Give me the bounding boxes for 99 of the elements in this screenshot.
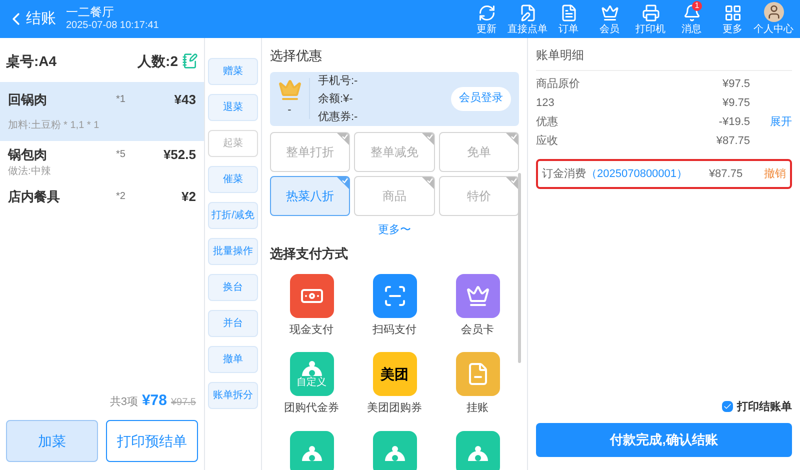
bill-amount: ¥9.75 [721,96,750,112]
toolbar-button[interactable]: 更多 [712,4,753,36]
discount-option[interactable]: 特价 [438,176,519,216]
bill-amount: -¥19.5 [718,115,750,130]
dish-price: ¥2 [180,188,196,206]
action-button[interactable]: 赠菜 [208,58,258,85]
bill-amount: ¥87.75 [715,134,750,150]
member-coupons: 优惠券:- [318,110,358,124]
toolbar-button[interactable]: 个人中心 [753,2,794,36]
bill-amount: ¥97.5 [721,77,750,92]
bill-icon [456,352,500,396]
dish-name: 回锅肉 [8,91,48,109]
dish-name: 店内餐具 [8,188,61,206]
check-corner-icon [337,132,350,144]
order-item[interactable]: 回锅肉 *1 ¥43 加料:土豆粉 * 1,1 * 1 [0,82,204,140]
confirm-checkout-button[interactable]: 付款完成,确认结账 [536,423,792,457]
scan-icon [372,274,416,318]
bill-label: 优惠 [536,114,559,130]
discount-option[interactable]: 整单减免 [354,132,435,172]
more-link[interactable]: 更多〜 [378,222,411,238]
cash-icon [290,274,334,318]
printer-icon [642,4,660,22]
cancel-link[interactable]: 撤销 [764,166,786,182]
document-icon [560,4,578,22]
bill-label: 商品原价 [536,76,581,92]
expand-link[interactable]: 展开 [770,114,792,131]
original-total: ¥97.5 [170,396,196,410]
restaurant-name: 一二餐厅 [66,5,115,20]
note-icon [182,53,198,69]
back-button[interactable]: 结账 [6,8,62,30]
bill-label: 应收 [536,134,559,150]
check-corner-icon [422,132,434,144]
action-button[interactable]: 打折/减免 [208,202,258,229]
toolbar-button[interactable]: 会员 [589,4,630,36]
deposit-code: （2025070800001） [586,166,688,182]
dish-quantity: *2 [116,190,126,204]
notification-badge: 1 [692,0,702,11]
print-receipt-label: 打印结账单 [737,400,792,414]
crown-icon [600,4,618,22]
guest-count: 人数:2 [138,52,178,70]
order-total: ¥78 [142,390,167,410]
deposit-amount: ¥87.75 [708,166,743,182]
payment-method[interactable]: 现金支付 [270,274,353,338]
check-corner-icon [506,132,518,144]
bell-icon [682,4,700,22]
payment-method[interactable]: 挂账 [436,352,519,416]
section-title: 账单明细 [536,46,792,71]
dish-quantity: *5 [116,148,126,162]
toolbar-button[interactable]: 打印机 [630,4,671,36]
crown-icon [456,274,500,318]
meituan-logo: 美团 [372,352,416,396]
check-corner-icon [422,176,434,188]
table-number: 桌号:A4 [6,52,57,70]
action-button[interactable]: 换台 [208,274,258,301]
add-dish-button[interactable]: 加菜 [6,420,98,462]
section-title: 选择优惠 [270,47,323,65]
payment-method[interactable]: 美团 美团团购券 [353,352,436,416]
dish-name: 锅包肉 [8,146,48,164]
document-pen-icon [518,4,536,22]
action-button[interactable]: 退菜 [208,94,258,121]
payment-method[interactable]: 自定义 团购代金券 [270,352,353,416]
bill-label: 123 [536,96,556,112]
dish-note: 做法:中辣 [8,164,52,179]
crown-icon [278,78,302,102]
discount-option[interactable]: 商品 [354,176,435,216]
member-phone: 手机号:- [318,74,358,88]
action-button[interactable]: 账单拆分 [208,382,258,409]
dish-note: 加料:土豆粉 * 1,1 * 1 [8,118,100,132]
section-title: 选择支付方式 [270,245,349,263]
action-button[interactable]: 撤单 [208,346,258,373]
refresh-icon [478,4,496,22]
voucher-icon: 自定义 [290,352,334,396]
action-button[interactable]: 并台 [208,310,258,337]
toolbar-button[interactable]: 直接点单 [507,4,548,36]
action-button[interactable]: 批量操作 [208,238,258,265]
payment-method[interactable]: 扫码支付 [353,274,436,338]
member-balance: 余额:¥- [318,92,354,106]
dish-price: ¥43 [173,91,196,109]
discount-option[interactable]: 整单打折 [270,132,350,172]
avatar-icon [764,2,784,22]
dish-price: ¥52.5 [162,146,196,164]
payment-method[interactable]: 会员卡 [436,274,519,338]
print-receipt-checkbox[interactable] [722,401,733,412]
toolbar-button[interactable]: 1 消息 [671,4,712,36]
action-button[interactable]: 催菜 [208,166,258,193]
item-count: 共3项 [110,394,138,410]
member-name: - [288,103,292,118]
check-corner-icon [337,176,350,188]
member-login-button[interactable]: 会员登录 [451,86,511,110]
dish-quantity: *1 [116,93,126,108]
discount-option[interactable]: 免单 [438,132,519,172]
date-time: 2025-07-08 10:17:41 [66,20,159,33]
deposit-label: 订金消费 [542,166,586,182]
print-button[interactable]: 打印预结单 [106,420,198,462]
grid-icon [724,4,742,22]
toolbar-button[interactable]: 更新 [466,4,507,36]
toolbar-button[interactable]: 订单 [548,4,589,36]
discount-option[interactable]: 热菜八折 [270,176,350,216]
check-corner-icon [506,176,518,188]
